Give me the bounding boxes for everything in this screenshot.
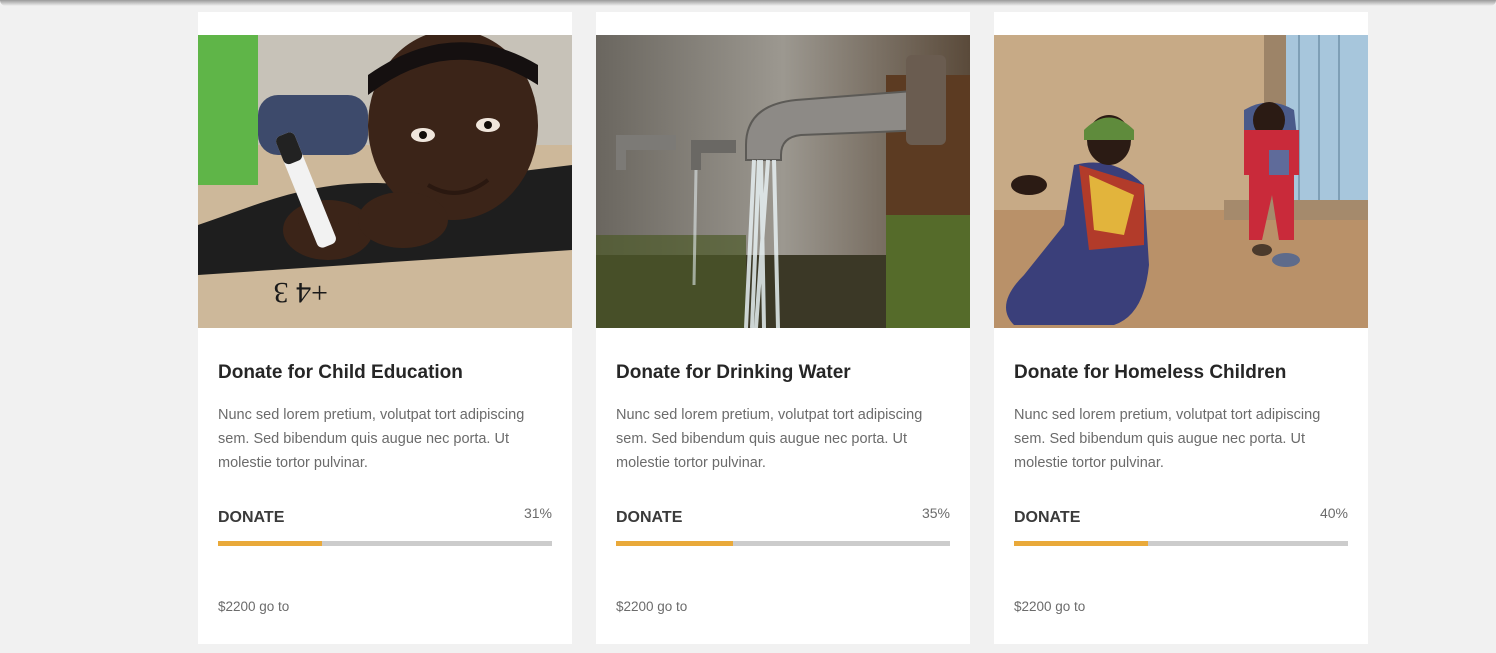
cause-card-homeless-children: Donate for Homeless Children Nunc sed lo… (994, 12, 1368, 644)
donation-progress-fill (1014, 541, 1148, 546)
header-shadow (0, 0, 1496, 6)
cause-description: Nunc sed lorem pretium, volutpat tort ad… (616, 407, 923, 471)
cause-description: Nunc sed lorem pretium, volutpat tort ad… (218, 407, 525, 471)
causes-list: +4 3 Donate for Child Education Nunc sed… (198, 12, 1368, 644)
donation-progress-bar (616, 541, 950, 546)
donate-link[interactable]: DONATE (218, 509, 284, 527)
donate-link[interactable]: DONATE (1014, 509, 1080, 527)
donation-progress-fill (218, 541, 322, 546)
cause-image-homeless-children[interactable] (994, 35, 1368, 328)
progress-percent: 40% (1319, 505, 1348, 521)
cause-title[interactable]: Donate for Homeless Children (1014, 362, 1286, 384)
progress-percent: 35% (921, 505, 950, 521)
donation-goal: $2200 go to (218, 599, 290, 614)
cause-image-drinking-water[interactable] (596, 35, 970, 328)
cause-card-drinking-water: Donate for Drinking Water Nunc sed lorem… (596, 12, 970, 644)
donation-goal: $2200 go to (1014, 599, 1086, 614)
cause-title[interactable]: Donate for Drinking Water (616, 362, 851, 384)
donation-progress-bar (1014, 541, 1348, 546)
cause-card-child-education: +4 3 Donate for Child Education Nunc sed… (198, 12, 572, 644)
cause-description: Nunc sed lorem pretium, volutpat tort ad… (1014, 407, 1321, 471)
cause-image-child-education[interactable]: +4 3 (198, 35, 572, 328)
donation-goal: $2200 go to (616, 599, 688, 614)
donation-progress-fill (616, 541, 733, 546)
donate-link[interactable]: DONATE (616, 509, 682, 527)
svg-text:+4 3: +4 3 (274, 276, 328, 309)
donation-progress-bar (218, 541, 552, 546)
cause-title[interactable]: Donate for Child Education (218, 362, 463, 384)
progress-percent: 31% (523, 505, 552, 521)
